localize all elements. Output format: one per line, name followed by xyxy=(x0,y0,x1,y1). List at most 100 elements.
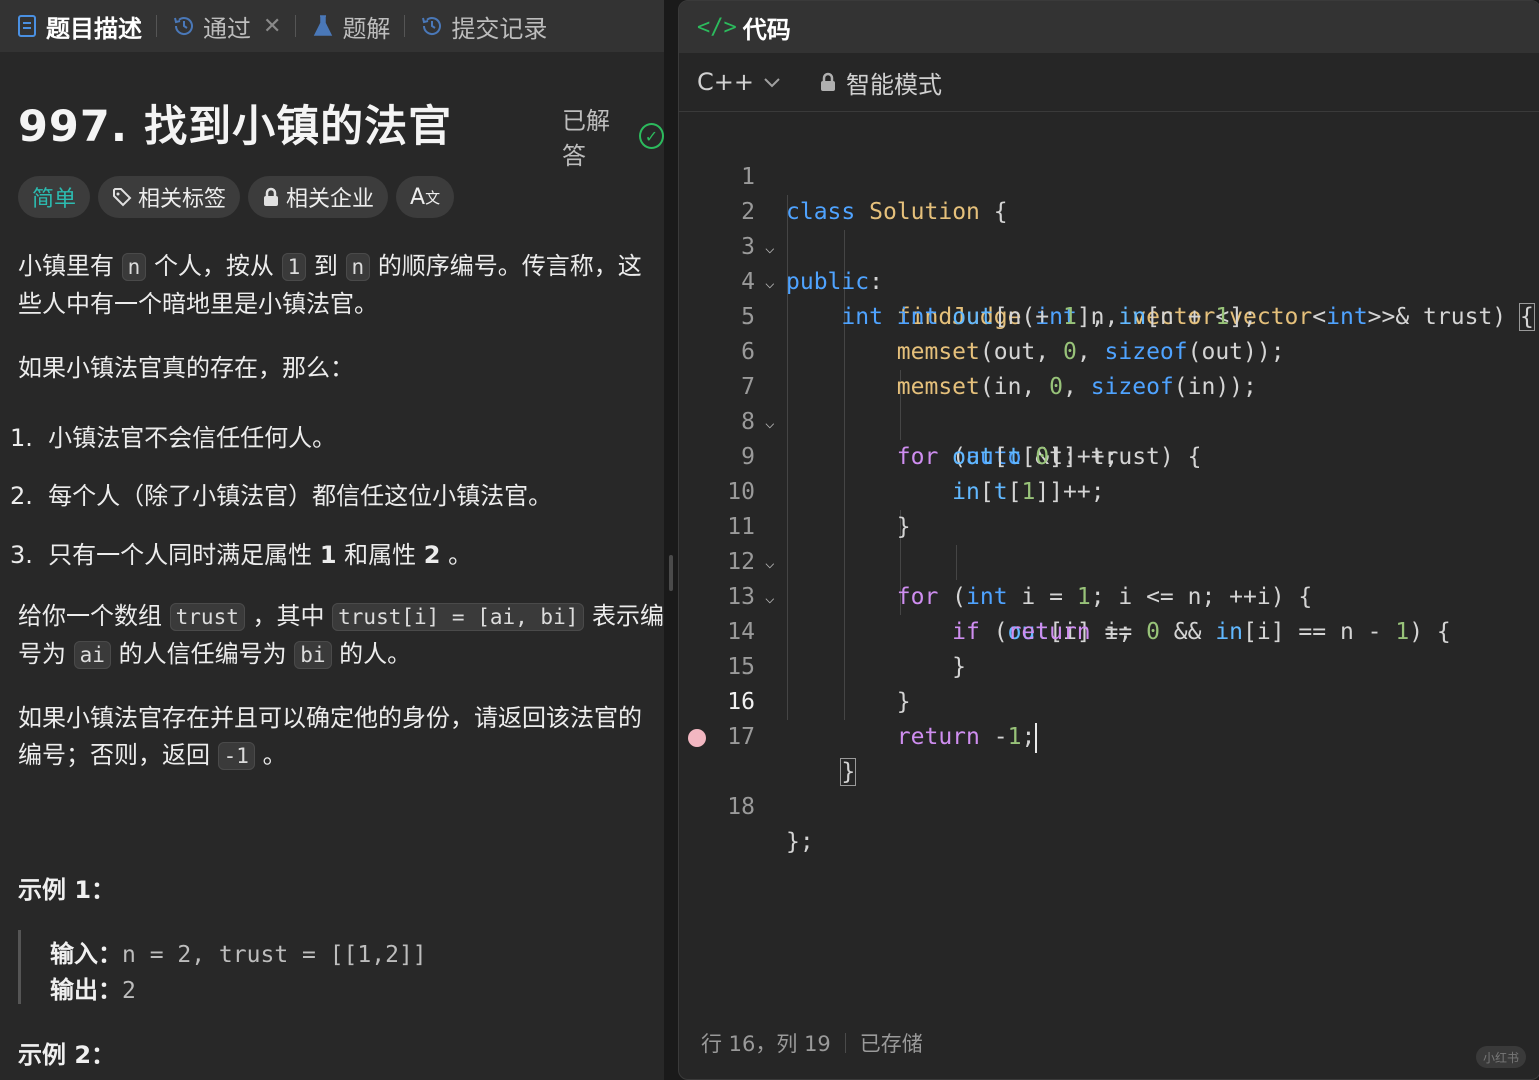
history-icon xyxy=(419,13,445,39)
language-label: C++ xyxy=(697,68,754,96)
difficulty-badge: 简单 xyxy=(18,176,91,218)
inline-code: trust xyxy=(169,603,245,631)
tab-description-label: 题目描述 xyxy=(46,14,142,43)
code-panel-title: 代码 xyxy=(742,15,791,44)
code-line: 17 } xyxy=(679,685,1539,786)
code-line: 5 memset(out, 0, sizeof(out)); xyxy=(679,265,1539,365)
check-circle-icon: ✓ xyxy=(638,123,664,149)
tab-submissions-label: 提交记录 xyxy=(451,14,548,43)
description-paragraph: 给你一个数组 trust ，其中 trust[i] = [ai, bi] 表示编… xyxy=(18,598,664,674)
lock-icon xyxy=(820,72,836,92)
close-icon[interactable]: ✕ xyxy=(263,14,281,39)
text: ，其中 xyxy=(252,602,325,630)
related-tags-label: 相关标签 xyxy=(138,187,227,212)
rule-number: 2. xyxy=(10,482,33,510)
code-line: 8 out[t[0]]++; xyxy=(679,370,1539,470)
code-text: } xyxy=(840,758,857,786)
rule-bold: 2 xyxy=(423,541,441,569)
related-companies-label: 相关企业 xyxy=(286,187,375,212)
description-paragraph: 小镇里有 n 个人，按从 1 到 n 的顺序编号。传言称，这些人中有一个暗地里是… xyxy=(18,248,664,323)
breakpoint-dot[interactable] xyxy=(688,729,706,747)
inline-code: 1 xyxy=(281,253,307,281)
text: 个人，按从 xyxy=(153,252,274,280)
tag-icon xyxy=(112,187,132,207)
inline-code: -1 xyxy=(217,742,255,770)
problem-tags: 简单 相关标签 相关企业 A文 xyxy=(18,176,462,218)
smart-mode-label: 智能模式 xyxy=(845,70,942,99)
text: 到 xyxy=(313,252,338,280)
rule-text: 小镇法官不会信任任何人。 xyxy=(48,424,337,452)
editor-toolbar: C++ 智能模式 xyxy=(679,53,1539,112)
code-line: 15 } xyxy=(679,615,1539,715)
rule-item: 3. 只有一个人同时满足属性 1 和属性 2 。 xyxy=(10,535,472,570)
inline-code: bi xyxy=(294,641,332,669)
smart-mode-button[interactable]: 智能模式 xyxy=(820,65,942,100)
code-line: 1 class Solution { xyxy=(679,125,1539,225)
code-line: 18 }; xyxy=(679,720,1539,855)
text: 给你一个数组 xyxy=(18,602,162,630)
tab-accepted[interactable]: 通过 ✕ xyxy=(157,0,281,52)
code-line: 13 return i; xyxy=(679,545,1539,645)
document-icon xyxy=(14,13,40,39)
tab-solutions-label: 题解 xyxy=(342,14,391,43)
inline-code: n xyxy=(345,253,371,281)
rule-number: 1. xyxy=(10,424,33,452)
inline-code: trust[i] = [ai, bi] xyxy=(332,603,585,631)
related-tags-button[interactable]: 相关标签 xyxy=(98,176,241,218)
tab-accepted-label: 通过 xyxy=(203,14,251,43)
tab-description[interactable]: 题目描述 xyxy=(0,0,142,52)
rule-text: 。 xyxy=(448,541,473,569)
rule-item: 1. 小镇法官不会信任任何人。 xyxy=(10,418,336,453)
code-line: 2 ⌵ public: xyxy=(679,160,1539,295)
tab-solutions[interactable]: 题解 xyxy=(296,0,390,52)
status-separator xyxy=(844,1033,846,1053)
tab-submissions[interactable]: 提交记录 xyxy=(405,0,547,52)
inline-code: ai xyxy=(73,641,111,669)
problem-tab-bar: 题目描述 通过 ✕ 题解 提交记录 xyxy=(0,0,664,52)
text: 小镇里有 xyxy=(18,252,114,280)
history-icon xyxy=(171,13,197,39)
code-line: 12 ⌵ if (out[i] == 0 && in[i] == n - 1) … xyxy=(679,510,1539,645)
example-input-value: n = 2, trust = [[1,2]] xyxy=(122,942,427,968)
related-companies-button[interactable]: 相关企业 xyxy=(248,176,389,218)
example-heading: 示例 2： xyxy=(18,1041,116,1069)
flask-icon xyxy=(310,13,336,39)
watermark-logo: 小红书 xyxy=(1476,1046,1526,1068)
code-panel: </> 代码 C++ 智能模式 1 class Solution { 2 ⌵ p… xyxy=(678,0,1539,1080)
example-input-label: 输入： xyxy=(50,940,122,968)
text: 如果小镇法官存在并且可以确定他的身份，请返回该法官的编号；否则，返回 xyxy=(18,704,642,769)
code-line: 14 } xyxy=(679,580,1539,680)
description-paragraph: 如果小镇法官存在并且可以确定他的身份，请返回该法官的编号；否则，返回 -1 。 xyxy=(18,700,664,775)
language-select[interactable]: C++ xyxy=(697,68,780,96)
text: 的人信任编号为 xyxy=(118,640,287,668)
example-output-label: 输出： xyxy=(50,976,122,1004)
translate-button[interactable]: A文 xyxy=(396,176,455,218)
problem-panel: 题目描述 通过 ✕ 题解 提交记录 997. 找到小镇的法官 已解答 ✓ 简单 … xyxy=(0,0,664,1080)
chevron-down-icon xyxy=(764,72,780,93)
code-line: 6 memset(in, 0, sizeof(in)); xyxy=(679,300,1539,400)
code-line: 9 in[t[1]]++; xyxy=(679,405,1539,505)
rule-text: 和属性 xyxy=(344,541,417,569)
problem-title: 997. 找到小镇的法官 xyxy=(18,102,453,152)
code-panel-header: </> 代码 xyxy=(679,1,1539,53)
code-icon: </> xyxy=(697,14,737,40)
inline-code: n xyxy=(121,253,147,281)
pane-divider[interactable] xyxy=(664,0,678,1080)
solved-status-label: 已解答 xyxy=(562,107,610,170)
example-heading: 示例 1： xyxy=(18,876,116,904)
rule-text: 只有一个人同时满足属性 xyxy=(48,541,313,569)
text: 的人。 xyxy=(339,640,412,668)
translate-icon: 文 xyxy=(425,188,441,207)
rule-item: 2. 每个人（除了小镇法官）都信任这位小镇法官。 xyxy=(10,476,552,511)
lock-icon xyxy=(262,187,280,207)
resize-handle[interactable] xyxy=(669,555,673,591)
rule-text: 每个人（除了小镇法官）都信任这位小镇法官。 xyxy=(48,482,553,510)
code-line-current: 16 return -1; xyxy=(679,650,1539,753)
example-output: 输出：2 xyxy=(50,970,136,1005)
solved-status: 已解答 ✓ xyxy=(562,101,664,171)
cursor-position: 行 16，列 19 xyxy=(701,1032,831,1056)
code-line: 11 ⌵ for (int i = 1; i <= n; ++i) { xyxy=(679,475,1539,610)
example-output-value: 2 xyxy=(122,978,136,1004)
rule-bold: 1 xyxy=(319,541,337,569)
editor-status-bar: 行 16，列 19 已存储 xyxy=(701,1028,923,1058)
